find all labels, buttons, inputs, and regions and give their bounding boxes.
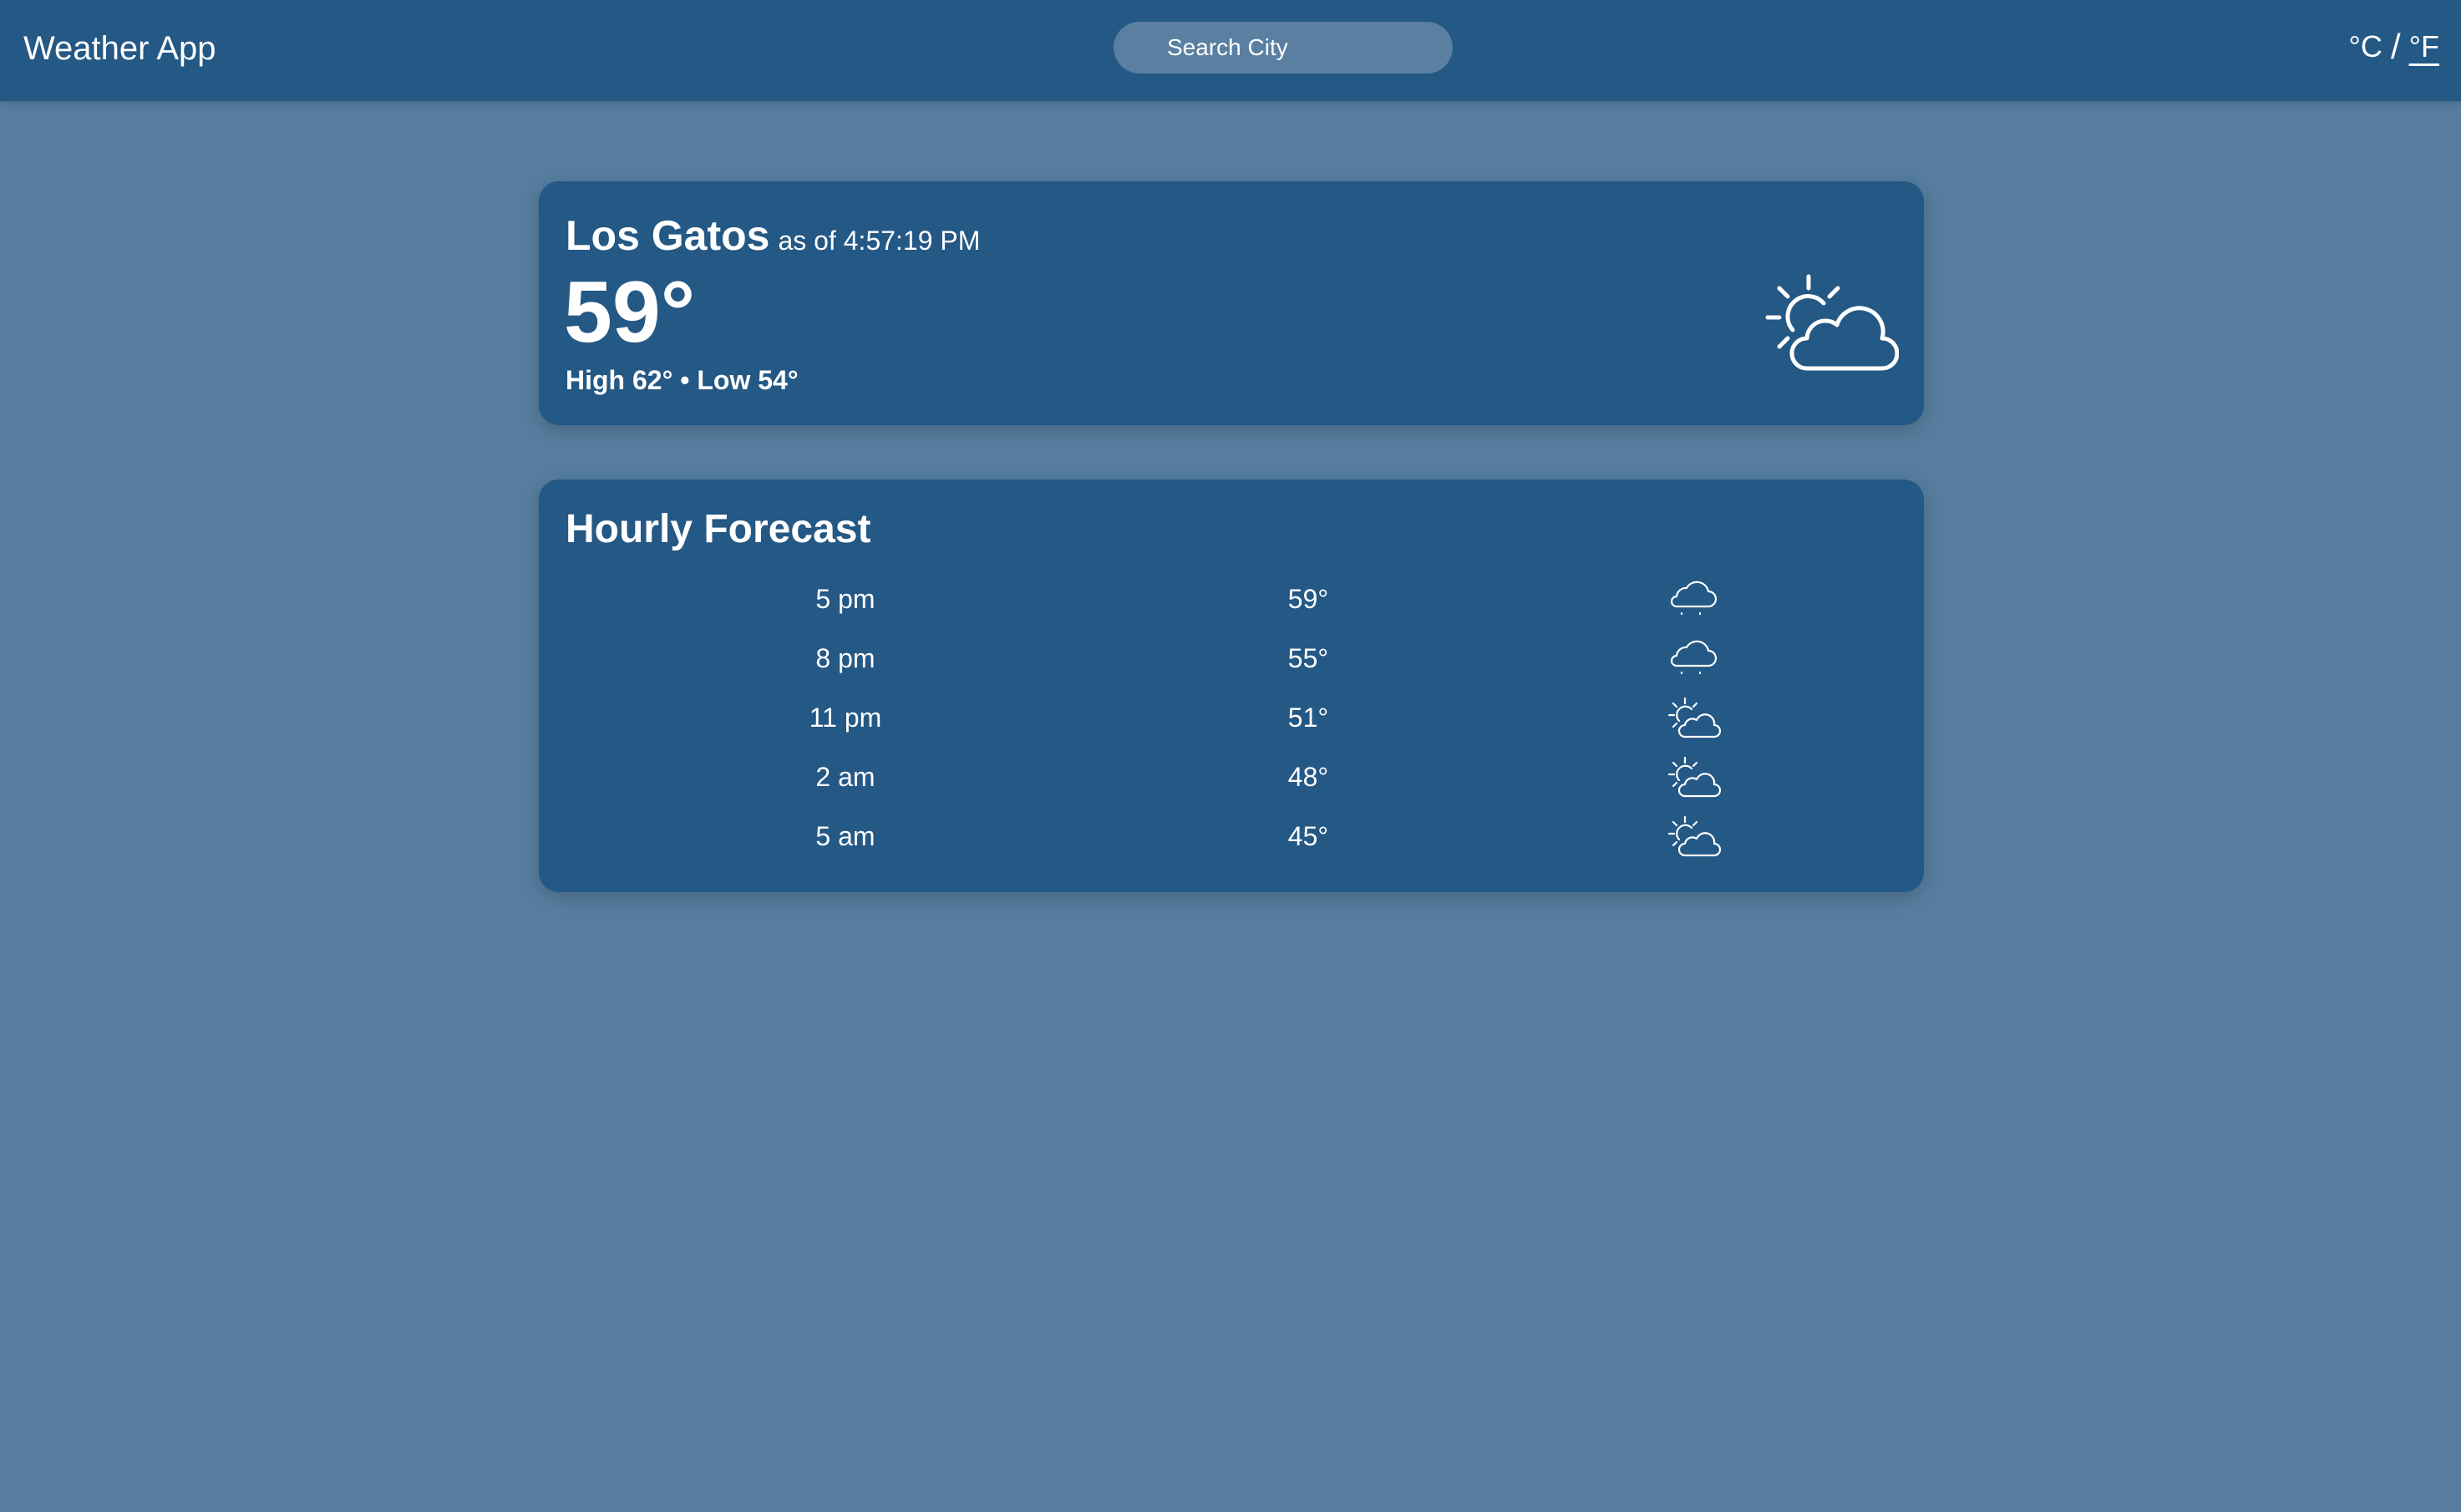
- hourly-forecast-card: Hourly Forecast 5 pm 59° 8 pm 55° 11 pm …: [539, 479, 1924, 892]
- partly-cloudy-icon: [1667, 815, 1722, 857]
- location-line: Los Gatos as of 4:57:19 PM: [566, 211, 980, 260]
- cloud-drizzle-icon: [1670, 640, 1718, 675]
- celsius-toggle[interactable]: °C: [2349, 28, 2382, 65]
- hour-time: 2 am: [815, 762, 875, 792]
- top-bar: Weather App °C / °F: [0, 0, 2461, 101]
- hourly-row: 11 pm 51°: [539, 688, 1924, 748]
- hour-time: 8 pm: [815, 643, 875, 673]
- unit-toggle: °C / °F: [2349, 28, 2439, 65]
- as-of-time: as of 4:57:19 PM: [778, 226, 981, 256]
- city-name: Los Gatos: [566, 212, 770, 259]
- app-title: Weather App: [23, 30, 216, 67]
- hour-temperature: 48°: [1287, 762, 1329, 792]
- hour-time: 5 am: [815, 821, 875, 851]
- high-low-temperature: High 62° • Low 54°: [566, 365, 799, 395]
- hourly-row: 5 pm 59°: [539, 570, 1924, 629]
- hour-time: 11 pm: [809, 703, 882, 733]
- hour-temperature: 55°: [1287, 643, 1329, 673]
- hourly-row: 2 am 48°: [539, 748, 1924, 807]
- hour-temperature: 59°: [1287, 584, 1329, 614]
- hour-temperature: 45°: [1287, 821, 1329, 851]
- hour-temperature: 51°: [1287, 703, 1329, 733]
- partly-cloudy-icon: [1765, 274, 1899, 371]
- hourly-forecast-title: Hourly Forecast: [566, 507, 871, 551]
- search-city-input[interactable]: [1114, 22, 1453, 74]
- hour-time: 5 pm: [815, 584, 875, 614]
- fahrenheit-toggle[interactable]: °F: [2409, 28, 2439, 65]
- hourly-row: 8 pm 55°: [539, 629, 1924, 688]
- current-temperature: 59°: [564, 264, 696, 361]
- unit-separator: /: [2390, 27, 2401, 66]
- hourly-row: 5 am 45°: [539, 807, 1924, 866]
- cloud-drizzle-icon: [1670, 581, 1718, 616]
- current-weather-card: Los Gatos as of 4:57:19 PM 59° High 62° •…: [539, 181, 1924, 425]
- partly-cloudy-icon: [1667, 756, 1722, 798]
- partly-cloudy-icon: [1667, 697, 1722, 738]
